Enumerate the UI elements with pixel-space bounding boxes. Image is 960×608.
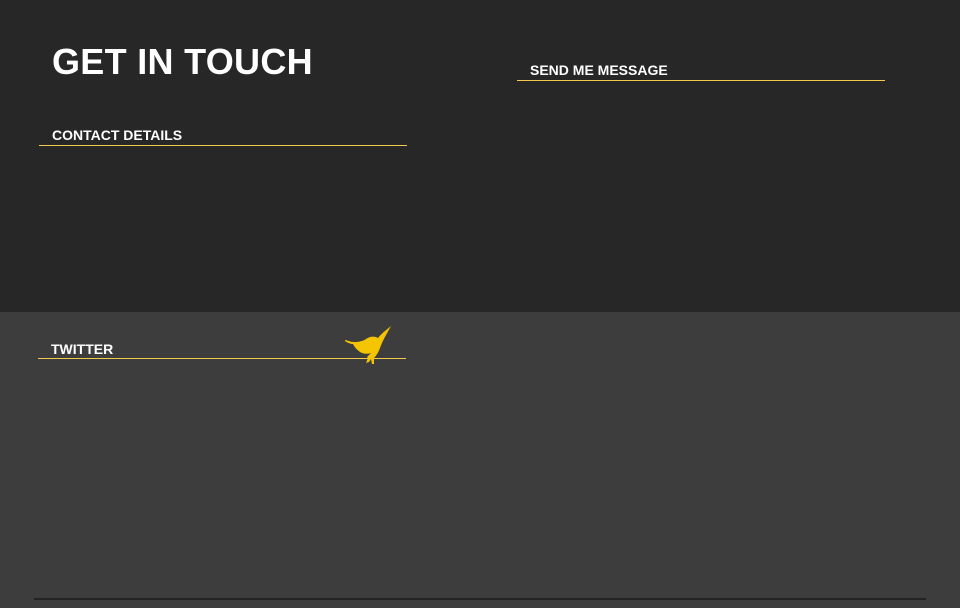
contact-page: GET IN TOUCH CONTACT DETAILS SEND ME MES… — [0, 0, 960, 608]
send-message-label: SEND ME MESSAGE — [530, 62, 668, 78]
page-title: GET IN TOUCH — [52, 41, 313, 82]
send-message-heading: SEND ME MESSAGE — [517, 60, 885, 81]
twitter-bird-icon — [345, 326, 391, 364]
twitter-label: TWITTER — [51, 341, 114, 357]
bottom-divider — [34, 598, 926, 600]
contact-details-heading: CONTACT DETAILS — [39, 125, 407, 146]
contact-details-label: CONTACT DETAILS — [52, 127, 183, 143]
